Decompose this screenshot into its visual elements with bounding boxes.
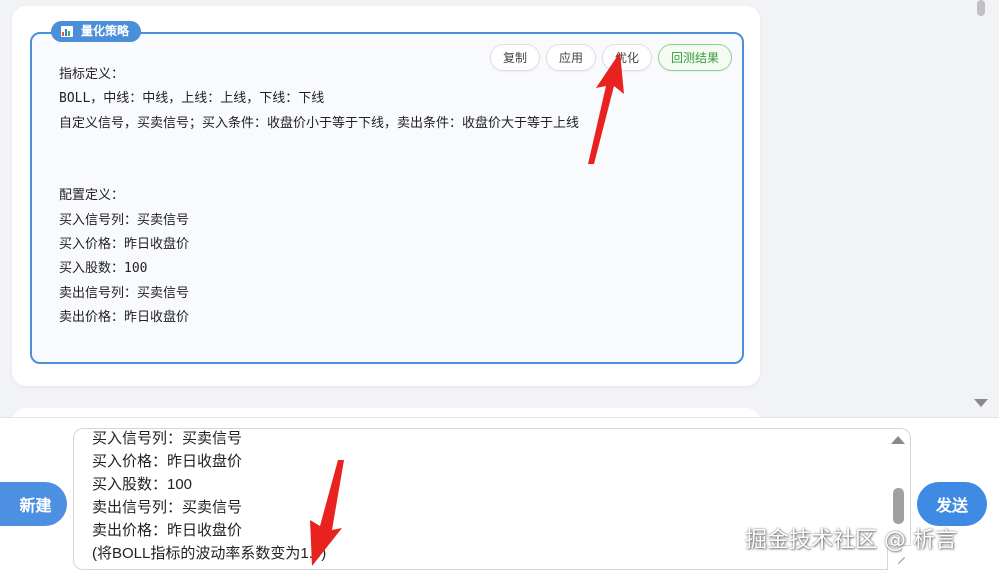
strategy-tag-label: 量化策略	[81, 24, 130, 38]
scroll-down-arrow-icon[interactable]	[974, 399, 988, 407]
strategy-line: 自定义信号，买卖信号；买入条件：收盘价小于等于下线，卖出条件：收盘价大于等于上线	[59, 115, 580, 131]
strategy-line: 卖出信号列：买卖信号	[59, 285, 190, 301]
strategy-line: 买入信号列：买卖信号	[59, 212, 190, 228]
input-line: 买入信号列：买卖信号	[92, 430, 243, 447]
backtest-result-button[interactable]: 回测结果	[658, 44, 732, 71]
strategy-tag: 量化策略	[51, 21, 142, 42]
apply-button[interactable]: 应用	[546, 44, 596, 71]
strategy-line: 买入股数：100	[59, 261, 148, 277]
strategy-line: 卖出价格：昨日收盘价	[59, 309, 190, 325]
message-input-text: 买入信号列：买卖信号 买入价格：昨日收盘价 买入股数：100 卖出信号列：买卖信…	[92, 429, 326, 567]
strategy-line	[59, 139, 579, 163]
strategy-line: 配置定义：	[59, 188, 125, 204]
copy-button[interactable]: 复制	[490, 44, 540, 71]
input-line: 买入价格：昨日收盘价	[92, 453, 243, 470]
watermark: 掘金技术社区 @ 析言	[745, 528, 957, 553]
bar-chart-icon	[61, 26, 73, 37]
next-message-card	[12, 408, 760, 417]
send-button[interactable]: 发送	[917, 482, 987, 526]
input-line: 卖出信号列：买卖信号	[92, 499, 243, 516]
input-scroll-up-arrow-icon[interactable]	[891, 436, 905, 444]
strategy-text: 指标定义： BOLL，中线：中线，上线：上线，下线：下线 自定义信号，买卖信号；…	[59, 66, 579, 333]
page-scrollbar-thumb[interactable]	[977, 0, 985, 16]
input-line: (将BOLL指标的波动率系数变为1.9)	[92, 545, 327, 562]
chat-area: 指标定义： BOLL，中线：中线，上线：上线，下线：下线 自定义信号，买卖信号；…	[0, 0, 999, 417]
strategy-line: BOLL，中线：中线，上线：上线，下线：下线	[59, 91, 325, 107]
input-line: 买入股数：100	[92, 476, 193, 493]
strategy-line: 买入价格：昨日收盘价	[59, 237, 190, 253]
new-button[interactable]: 新建	[0, 482, 67, 526]
strategy-line	[59, 163, 579, 187]
input-line: 卖出价格：昨日收盘价	[92, 522, 243, 539]
optimize-button[interactable]: 优化	[602, 44, 652, 71]
input-scrollbar-thumb[interactable]	[893, 488, 904, 524]
